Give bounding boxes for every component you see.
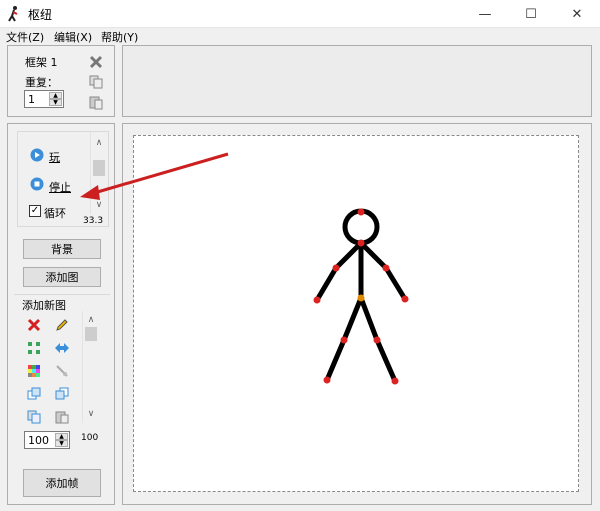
figure-upper-arm-left[interactable] <box>333 240 364 271</box>
joint-handle[interactable] <box>332 264 340 272</box>
joint-handle[interactable] <box>391 377 399 385</box>
figure-thigh-right[interactable] <box>358 295 380 343</box>
joint-handle[interactable] <box>382 264 390 272</box>
joint-handle[interactable] <box>357 239 365 247</box>
figure-thigh-left[interactable] <box>341 295 364 343</box>
figure-shin-left[interactable] <box>324 337 347 383</box>
figure-forearm-left[interactable] <box>314 265 339 303</box>
joint-handle[interactable] <box>357 208 365 216</box>
figure-head[interactable] <box>342 208 380 246</box>
joint-handle[interactable] <box>323 376 331 384</box>
joint-handle[interactable] <box>340 336 348 344</box>
joint-handle[interactable] <box>373 336 381 344</box>
figure-shin-right[interactable] <box>374 337 398 384</box>
center-joint-handle[interactable] <box>357 294 365 302</box>
figure-joints[interactable] <box>313 208 409 385</box>
annotation-arrow <box>80 152 229 200</box>
joint-handle[interactable] <box>401 295 409 303</box>
figure-forearm-right[interactable] <box>383 265 408 302</box>
figure-overlay <box>80 152 409 385</box>
joint-handle[interactable] <box>313 296 321 304</box>
figure-upper-arm-right[interactable] <box>358 240 389 271</box>
